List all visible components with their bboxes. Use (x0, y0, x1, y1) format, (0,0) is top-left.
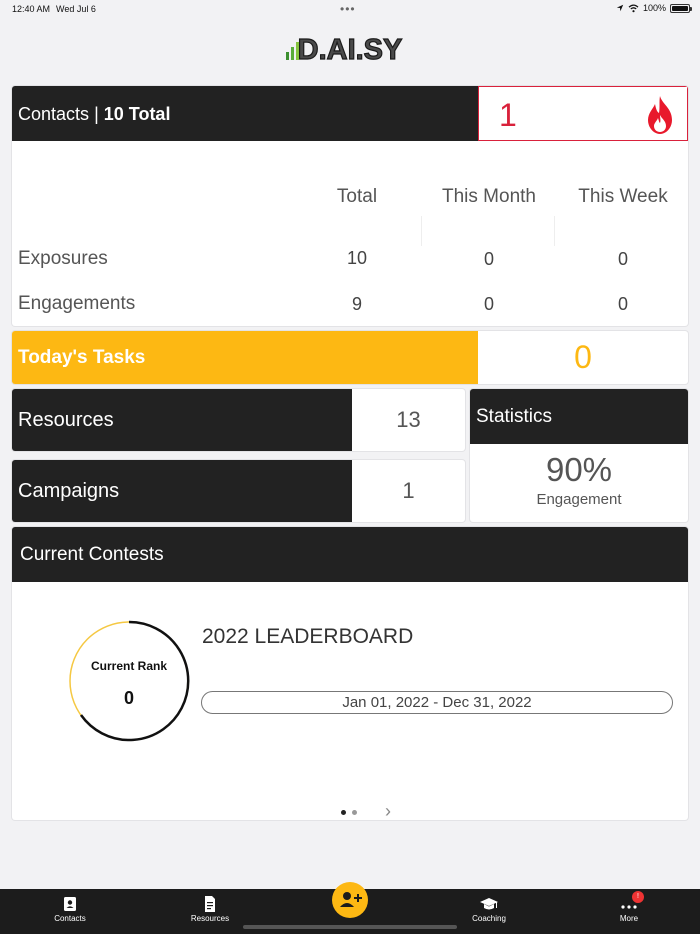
chevron-right-icon[interactable]: › (385, 801, 391, 820)
todays-tasks-card[interactable]: Today's Tasks 0 (12, 331, 688, 384)
hot-leads-box[interactable]: 1 (478, 86, 688, 141)
campaigns-label: Campaigns (18, 480, 120, 502)
page-indicator-dot-active[interactable] (341, 810, 346, 815)
current-contests-header: Current Contests (12, 527, 688, 582)
resources-card[interactable]: Resources 13 (12, 389, 465, 451)
hot-leads-count: 1 (499, 97, 517, 133)
flame-icon (648, 96, 672, 134)
column-divider (421, 216, 422, 246)
status-indicators: 100% (616, 3, 692, 13)
graduation-cap-icon (480, 898, 498, 910)
status-date: Wed Jul 6 (56, 4, 96, 14)
contacts-card[interactable]: Contacts | 10 Total 1 Total This Month T… (12, 86, 688, 326)
home-indicator[interactable] (243, 925, 457, 929)
engagement-percent: 90% (545, 451, 613, 488)
resources-count: 13 (396, 407, 421, 432)
add-contact-button[interactable] (332, 882, 368, 918)
engagements-this-month: 0 (483, 294, 494, 314)
statistics-label: Statistics (476, 406, 553, 427)
engagements-total: 9 (351, 294, 362, 314)
current-contests-card[interactable]: Current Contests Current Rank 0 2022 LEA… (12, 527, 688, 820)
rank-progress-ring (69, 620, 190, 742)
resources-label: Resources (18, 409, 114, 431)
contacts-total: 10 Total (103, 104, 171, 124)
tab-contacts-label: Contacts (54, 914, 86, 923)
page-indicator-dot[interactable] (352, 810, 357, 815)
current-rank-value: 0 (123, 688, 134, 708)
contest-name[interactable]: 2022 LEADERBOARD (202, 625, 413, 649)
notification-badge: ! (632, 891, 644, 903)
contacts-title: Contacts | 10 Total (18, 104, 171, 124)
contest-date-range: Jan 01, 2022 - Dec 31, 2022 (201, 691, 673, 714)
tab-more-label: More (619, 914, 639, 923)
column-header-total: Total (336, 186, 378, 207)
battery-icon (670, 3, 692, 13)
campaigns-count: 1 (402, 478, 415, 503)
column-header-this-week: This Week (578, 186, 668, 207)
column-divider (554, 216, 555, 246)
exposures-this-week: 0 (617, 249, 628, 269)
status-time: 12:40 AM (12, 4, 51, 14)
contacts-icon (64, 897, 76, 911)
row-label-exposures: Exposures (18, 248, 108, 269)
statistics-header[interactable]: Statistics (470, 389, 688, 444)
status-bar: 12:40 AM Wed Jul 6 ••• 100% (0, 0, 700, 18)
resources-header[interactable]: Resources (12, 389, 352, 451)
location-icon (616, 4, 624, 12)
statistics-card[interactable]: Statistics 90% Engagement (470, 389, 688, 522)
campaigns-header[interactable]: Campaigns (12, 460, 352, 522)
tab-resources-label: Resources (190, 914, 230, 923)
row-label-engagements: Engagements (18, 293, 136, 314)
todays-tasks-count: 0 (574, 339, 592, 375)
daisy-logo: D.AI.SY (286, 33, 403, 66)
svg-text:D.AI.SY: D.AI.SY (298, 34, 403, 66)
current-contests-title: Current Contests (20, 544, 164, 565)
engagements-this-week: 0 (617, 294, 628, 314)
exposures-this-month: 0 (483, 249, 494, 269)
multitasking-dots-icon[interactable]: ••• (340, 2, 356, 16)
todays-tasks-header[interactable]: Today's Tasks (12, 331, 478, 384)
document-icon (205, 896, 215, 912)
wifi-icon (628, 3, 639, 12)
current-rank-label: Current Rank (90, 659, 167, 673)
campaigns-card[interactable]: Campaigns 1 (12, 460, 465, 522)
add-contact-icon (340, 892, 362, 907)
contacts-header[interactable]: Contacts | 10 Total (12, 86, 478, 141)
todays-tasks-label: Today's Tasks (18, 347, 146, 368)
engagement-label: Engagement (536, 491, 622, 508)
column-header-this-month: This Month (442, 186, 536, 207)
battery-percent: 100% (642, 3, 666, 13)
exposures-total: 10 (346, 248, 368, 268)
tab-coaching-label: Coaching (472, 914, 506, 923)
